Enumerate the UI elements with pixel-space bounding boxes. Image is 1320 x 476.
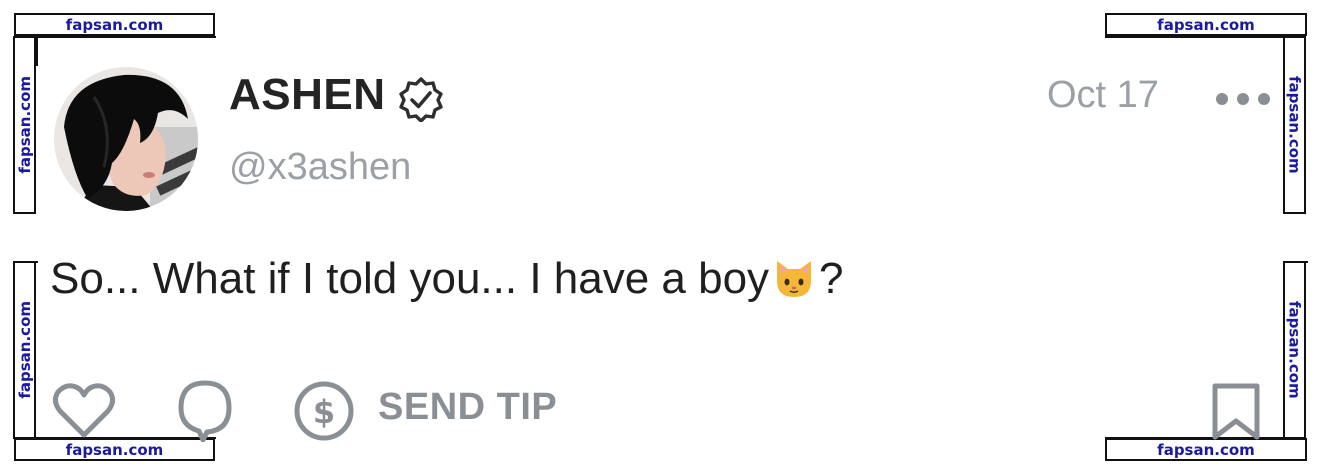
- watermark-label: fapsan.com: [1105, 13, 1307, 36]
- watermark-frame-line: [36, 36, 38, 66]
- author-name[interactable]: ASHEN: [229, 70, 386, 120]
- watermark-label: fapsan.com: [1283, 36, 1306, 214]
- post-text-tail: ?: [819, 254, 844, 303]
- watermark-label: fapsan.com: [14, 13, 215, 36]
- watermark-frame-line: [36, 36, 216, 38]
- watermark-label: fapsan.com: [13, 261, 36, 439]
- more-options-icon[interactable]: [1216, 88, 1272, 110]
- comment-icon[interactable]: [175, 378, 235, 442]
- watermark-label: fapsan.com: [1105, 438, 1307, 461]
- avatar-image: [54, 67, 198, 211]
- post-date: Oct 17: [1047, 74, 1159, 116]
- send-tip-button[interactable]: SEND TIP: [378, 386, 557, 429]
- post-text-main: So... What if I told you... I have a boy: [50, 254, 770, 303]
- cat-face-emoji-icon: [777, 261, 812, 297]
- dollar-icon[interactable]: $: [292, 379, 356, 443]
- svg-text:$: $: [313, 393, 335, 431]
- watermark-label: fapsan.com: [13, 36, 36, 214]
- verified-badge-icon: [399, 77, 443, 122]
- watermark-frame-line: [1283, 261, 1308, 263]
- post-text: So... What if I told you... I have a boy…: [50, 254, 844, 304]
- author-handle[interactable]: @x3ashen: [229, 146, 411, 189]
- more-dot: [1216, 93, 1228, 105]
- more-dot: [1237, 93, 1249, 105]
- heart-icon[interactable]: [52, 381, 116, 441]
- watermark-frame-line: [1105, 36, 1285, 38]
- avatar[interactable]: [54, 67, 198, 211]
- watermark-label: fapsan.com: [1283, 261, 1306, 439]
- bookmark-icon[interactable]: [1209, 380, 1263, 442]
- watermark-frame-line: [13, 261, 38, 263]
- more-dot: [1258, 93, 1270, 105]
